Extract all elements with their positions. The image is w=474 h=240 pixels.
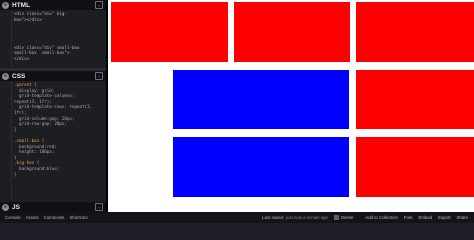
html-code-area[interactable]: <div class="div" big-box"></div> <div cla… <box>0 11 106 67</box>
export-button[interactable]: Export <box>438 215 450 220</box>
share-button[interactable]: Share <box>457 215 468 220</box>
html-panel-header[interactable]: ⚙ HTML ⌄ <box>0 0 106 10</box>
small-box <box>356 137 474 197</box>
small-box <box>234 2 350 62</box>
chevron-down-icon[interactable]: ⌄ <box>95 1 103 9</box>
gear-icon[interactable]: ⚙ <box>2 72 9 80</box>
css-panel-header[interactable]: ⚙ CSS ⌄ <box>0 71 106 81</box>
js-panel-title: JS <box>12 203 20 211</box>
fork-button[interactable]: Fork <box>404 215 413 220</box>
js-panel-header[interactable]: ⚙ JS ⌄ <box>0 202 106 212</box>
big-box <box>173 137 349 197</box>
console-button[interactable]: Console <box>5 215 21 220</box>
chevron-down-icon[interactable]: ⌄ <box>95 72 103 80</box>
add-to-collection-button[interactable]: Add to Collection <box>365 215 398 220</box>
small-box <box>356 70 474 129</box>
code-editor: ⚙ HTML ⌄ <div class="div" big-box"></div… <box>0 0 108 212</box>
html-panel-title: HTML <box>12 1 31 9</box>
trash-icon <box>333 215 339 221</box>
status-right: Last saved: just now a minute ago Delete… <box>262 214 474 221</box>
chevron-down-icon[interactable]: ⌄ <box>95 203 103 211</box>
css-code-area[interactable]: .parent { display: grid; grid-template-c… <box>0 82 106 200</box>
comments-button[interactable]: Comments <box>44 215 65 220</box>
delete-button[interactable]: Delete <box>333 215 359 221</box>
gear-icon[interactable]: ⚙ <box>2 203 9 211</box>
code-line: </div> <box>14 55 30 61</box>
small-box <box>111 2 228 62</box>
code-line: } <box>14 171 17 177</box>
embed-button[interactable]: Embed <box>418 215 432 220</box>
css-panel-title: CSS <box>12 72 26 80</box>
result-preview <box>108 0 474 212</box>
gear-icon[interactable]: ⚙ <box>2 1 9 9</box>
small-box <box>356 2 474 62</box>
last-saved-value: just now a minute ago <box>286 214 328 220</box>
shortcuts-button[interactable]: Shortcuts <box>69 215 87 220</box>
assets-button[interactable]: Assets <box>26 215 39 220</box>
status-bar: Console Assets Comments Shortcuts Last s… <box>0 212 474 223</box>
last-saved-label: Last saved: <box>262 214 285 220</box>
big-box <box>173 70 349 129</box>
